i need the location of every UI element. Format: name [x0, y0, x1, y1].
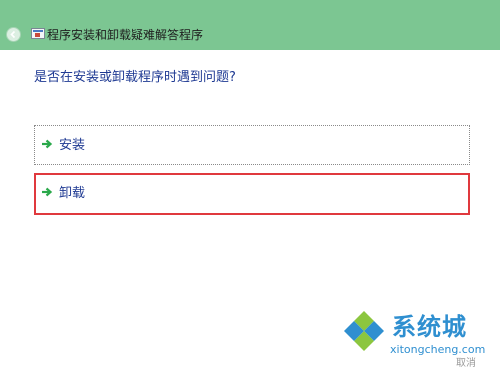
- option-install-label: 安装: [59, 138, 86, 153]
- back-arrow-icon: [10, 30, 16, 39]
- option-uninstall-label: 卸载: [59, 186, 86, 201]
- cancel-button[interactable]: 取消: [456, 354, 476, 369]
- question-heading: 是否在安装或卸载程序时遇到问题?: [34, 70, 236, 85]
- watermark-logo-icon: [344, 311, 384, 351]
- window-title: 程序安装和卸载疑难解答程序: [47, 28, 204, 42]
- watermark-brand: 系统城: [392, 313, 467, 341]
- content-panel: 是否在安装或卸载程序时遇到问题? 安装 卸载 系统城 xitongcheng.c…: [0, 50, 500, 371]
- green-arrow-icon: [42, 139, 53, 149]
- green-arrow-icon: [42, 187, 53, 197]
- back-button[interactable]: [6, 27, 21, 42]
- option-install[interactable]: 安装: [34, 125, 470, 165]
- title-bar: 程序安装和卸载疑难解答程序: [0, 0, 500, 50]
- troubleshooter-window: 程序安装和卸载疑难解答程序 是否在安装或卸载程序时遇到问题? 安装 卸载 系统城…: [0, 0, 500, 371]
- troubleshooter-icon: [31, 28, 45, 39]
- option-uninstall[interactable]: 卸载: [34, 173, 470, 215]
